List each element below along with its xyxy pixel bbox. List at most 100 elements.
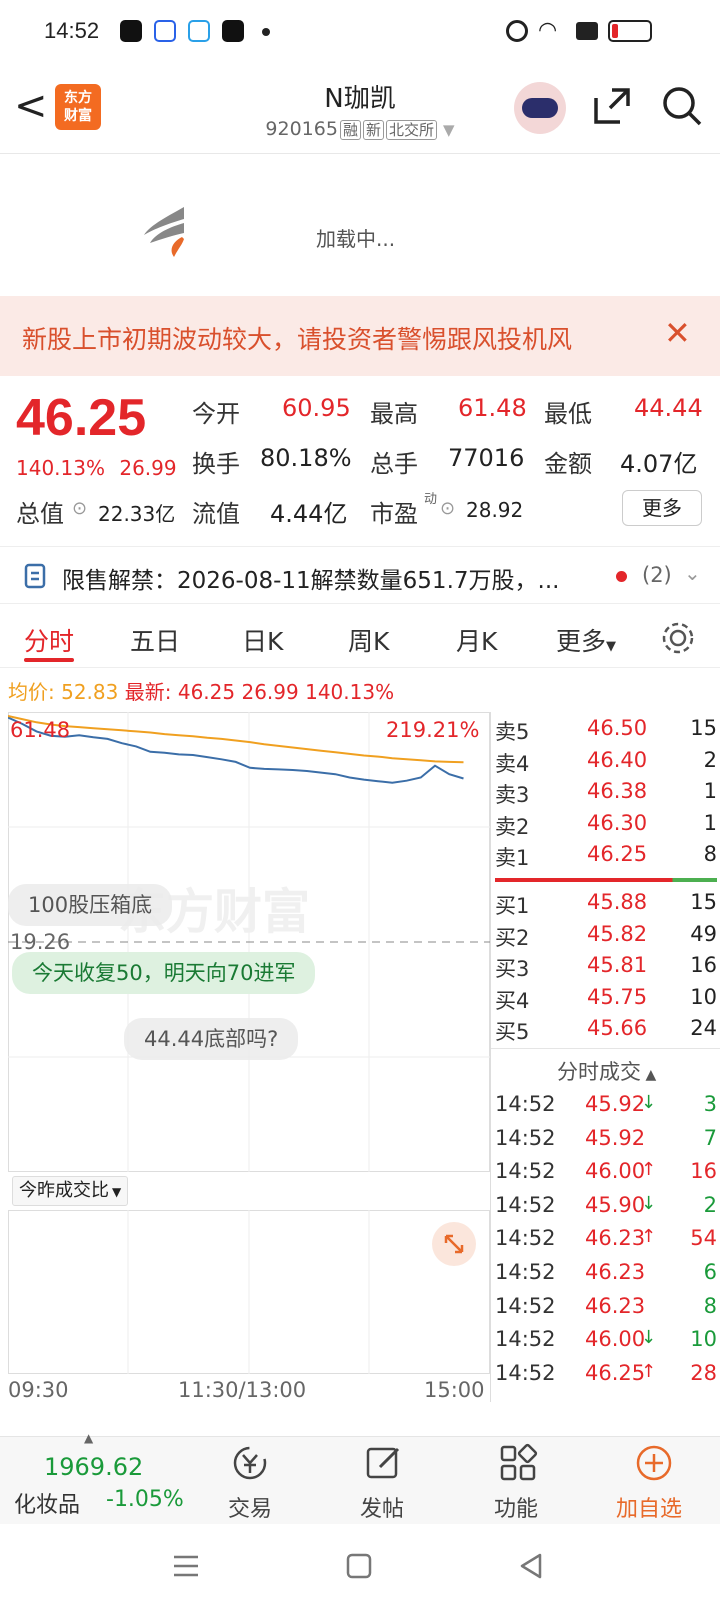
tag-new: 新 (362, 120, 384, 140)
order-qty: 2 (703, 747, 717, 772)
average-price-bar: 均价: 52.83 最新: 46.25 26.99 140.13% (8, 676, 394, 705)
info-icon[interactable]: ⊙ (440, 498, 455, 519)
comment-bubble[interactable]: 今天收复50，明天向70进军 (12, 952, 316, 994)
trade-price: 45.92 (585, 1092, 646, 1116)
order-qty: 24 (690, 1016, 717, 1040)
trade-price: 46.23 (585, 1260, 646, 1284)
trade-qty: 7 (703, 1125, 717, 1150)
volume-selector-label: 今昨成交比 (19, 1180, 109, 1201)
trade-icon[interactable] (230, 1443, 270, 1483)
nav-function[interactable]: 功能 (494, 1491, 538, 1523)
tiktok-icon (120, 20, 142, 42)
trade-qty: 8 (703, 1293, 717, 1318)
order-book-row[interactable]: 卖1 46.25 8 (491, 840, 720, 872)
tag-margin: 融 (339, 120, 361, 140)
order-book-row[interactable]: 买5 45.66 24 (491, 1014, 720, 1046)
menu-icon[interactable] (172, 1552, 200, 1580)
add-watchlist-icon[interactable] (634, 1443, 674, 1483)
share-icon[interactable] (590, 84, 634, 128)
search-icon[interactable] (660, 84, 704, 128)
order-book-row[interactable]: 卖5 46.50 15 (491, 714, 720, 746)
more-button[interactable]: 更多 (622, 490, 702, 526)
sim-icon (576, 22, 598, 40)
tab-more[interactable]: 更多▼ (556, 622, 616, 658)
pe-value: 28.92 (466, 498, 524, 522)
tab-monthly-k[interactable]: 月K (456, 622, 497, 658)
loading-logo-icon (144, 207, 184, 257)
arrow-up-icon: ↑ (641, 1360, 657, 1382)
order-qty: 1 (703, 779, 717, 803)
back-nav-icon[interactable] (518, 1552, 544, 1580)
order-book-row[interactable]: 卖4 46.40 2 (491, 746, 720, 778)
tab-five-day[interactable]: 五日 (130, 622, 180, 658)
pe-superscript: 动 (424, 492, 438, 507)
trades-title[interactable]: 分时成交 ▲ (557, 1056, 656, 1086)
close-icon[interactable]: ✕ (664, 314, 691, 352)
order-book-row[interactable]: 买1 45.88 15 (491, 888, 720, 920)
order-label: 卖3 (495, 783, 530, 807)
trade-row: 14:52 46.23 ↑ 54 (491, 1224, 720, 1256)
order-book-row[interactable]: 买4 45.75 10 (491, 983, 720, 1015)
bid-ask-ratio-bar (495, 878, 717, 882)
active-tab-indicator (24, 658, 74, 662)
post-icon[interactable] (364, 1443, 404, 1483)
tab-daily-k[interactable]: 日K (242, 622, 283, 658)
loading-text: 加载中... (316, 227, 396, 251)
chart-tabs: 分时 五日 日K 周K 月K 更多▼ (0, 608, 720, 668)
order-book-row[interactable]: 买2 45.82 49 (491, 920, 720, 952)
trade-qty: 10 (690, 1327, 717, 1352)
dot-icon (262, 28, 270, 36)
low-label: 最低 (544, 400, 592, 428)
trade-row: 14:52 46.23 6 (491, 1258, 720, 1290)
dropdown-triangle-icon: ▼ (443, 121, 455, 139)
comment-bubble[interactable]: 100股压箱底 (8, 884, 173, 926)
comment-bubble[interactable]: 44.44底部吗? (124, 1018, 299, 1060)
nav-add-watchlist[interactable]: 加自选 (616, 1491, 682, 1523)
order-qty: 49 (690, 921, 717, 946)
chart-top-price: 61.48 (10, 718, 71, 742)
chevron-down-icon: ⌄ (684, 561, 701, 585)
app-icon (188, 20, 210, 42)
ai-assistant-icon[interactable] (514, 82, 566, 134)
nav-post[interactable]: 发帖 (360, 1491, 404, 1523)
function-icon[interactable] (498, 1443, 538, 1483)
tab-weekly-k[interactable]: 周K (348, 622, 389, 658)
trade-price: 45.92 (585, 1125, 646, 1150)
nav-trade[interactable]: 交易 (228, 1491, 272, 1523)
caret-up-icon: ▲ (84, 1431, 94, 1445)
trade-time: 14:52 (495, 1360, 556, 1385)
open-label: 今开 (192, 400, 240, 428)
trade-price: 46.00 (585, 1159, 646, 1184)
trade-row: 14:52 45.90 ↓ 2 (491, 1191, 720, 1223)
latest-pct: 140.13% (305, 680, 395, 704)
change-value: 26.99 (119, 456, 177, 480)
index-value[interactable]: 1969.62 (44, 1453, 143, 1481)
expand-button[interactable] (432, 1222, 476, 1266)
restricted-shares-row[interactable]: 限售解禁：2026-08-11解禁数量651.7万股，... (2) ⌄ (0, 546, 720, 604)
status-bar: 14:52 ◠ (0, 0, 720, 64)
order-book-row[interactable]: 卖2 46.30 1 (491, 809, 720, 841)
index-change: -1.05% (106, 1487, 184, 1512)
tab-intraday[interactable]: 分时 (24, 622, 74, 658)
volume-label: 总手 (370, 450, 418, 478)
order-book-row[interactable]: 卖3 46.38 1 (491, 777, 720, 809)
arrow-down-icon: ↓ (641, 1192, 657, 1214)
arrow-up-icon: ↑ (641, 1226, 657, 1248)
order-label: 卖2 (495, 814, 530, 839)
home-icon[interactable] (346, 1552, 372, 1580)
gear-icon[interactable] (660, 620, 696, 656)
bottom-nav: ▲ 1969.62 化妆品 -1.05% 交易 发帖 功能 加自选 (0, 1431, 720, 1524)
wifi-icon: ◠ (538, 18, 558, 43)
trade-qty: 16 (690, 1159, 717, 1184)
info-icon[interactable]: ⊙ (72, 498, 87, 519)
arrow-down-icon: ↓ (641, 1092, 657, 1113)
order-label: 卖1 (495, 846, 530, 870)
order-qty: 16 (690, 953, 717, 977)
intraday-chart[interactable]: 东方财富 61.48 219.21% 19.26 100股压箱底 今天收复50，… (8, 712, 490, 1172)
baidu-icon (154, 20, 176, 42)
volume-chart[interactable]: 今昨成交比 ▼ (8, 1174, 490, 1374)
dropdown-triangle-icon: ▼ (112, 1185, 122, 1199)
order-price: 46.25 (587, 842, 648, 866)
order-book-row[interactable]: 买3 45.81 16 (491, 951, 720, 983)
volume-selector[interactable]: 今昨成交比 ▼ (12, 1176, 129, 1206)
